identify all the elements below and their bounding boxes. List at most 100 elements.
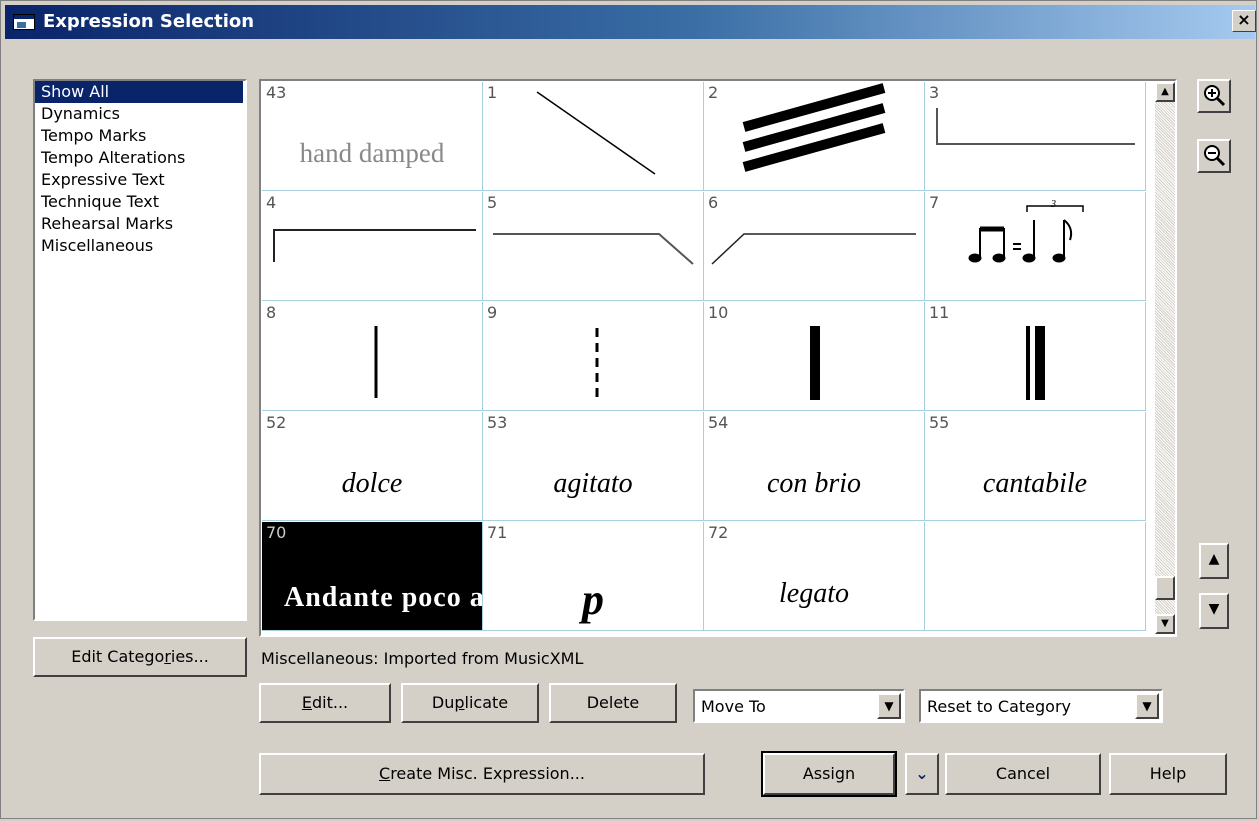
expression-cell[interactable]: 53 agitato bbox=[483, 412, 704, 521]
help-button[interactable]: Help bbox=[1109, 753, 1227, 795]
duplicate-label: Du bbox=[431, 693, 455, 712]
cancel-button[interactable]: Cancel bbox=[945, 753, 1101, 795]
assign-dropdown-button[interactable]: ⌄ bbox=[905, 753, 939, 795]
close-icon: × bbox=[1237, 10, 1251, 29]
chevron-down-icon[interactable]: ▼ bbox=[1135, 693, 1159, 719]
edit-button[interactable]: Edit... bbox=[259, 683, 391, 723]
expression-grid-frame: 43 hand damped 1 2 3 4 5 6 7 3 8 9 10 11 52 dolce 53 agit… bbox=[259, 79, 1177, 637]
edit-categories-accesskey: r bbox=[164, 647, 171, 666]
reset-to-value: Reset to Category bbox=[927, 697, 1072, 716]
scroll-down-arrow-icon[interactable]: ▼ bbox=[1155, 614, 1175, 634]
expression-text: legato bbox=[779, 578, 849, 609]
move-to-select[interactable]: Move To ▼ bbox=[693, 689, 905, 723]
expression-graphic-line-drop bbox=[493, 233, 694, 265]
close-button[interactable]: × bbox=[1232, 10, 1256, 32]
expression-cell[interactable]: 11 bbox=[925, 302, 1146, 411]
expression-graphic-dashed-barline bbox=[595, 328, 599, 400]
assign-button[interactable]: Assign bbox=[761, 751, 897, 797]
expression-cell[interactable]: 73 bbox=[925, 192, 1146, 301]
expression-graphic-thick-lines bbox=[742, 83, 886, 172]
expression-text: p bbox=[582, 575, 604, 624]
expression-number: 53 bbox=[487, 413, 508, 432]
expression-cell[interactable]: 2 bbox=[704, 82, 925, 191]
expression-cell[interactable]: 1 bbox=[483, 82, 704, 191]
zoom-in-icon bbox=[1204, 85, 1226, 107]
move-up-button[interactable]: ▲ bbox=[1199, 543, 1229, 579]
edit-categories-label: Edit Catego bbox=[71, 647, 165, 666]
expression-number: 43 bbox=[266, 83, 287, 102]
expression-cell[interactable]: 9 bbox=[483, 302, 704, 411]
zoom-in-button[interactable] bbox=[1197, 79, 1231, 113]
expression-cell[interactable]: 71 p bbox=[483, 522, 704, 631]
zoom-out-button[interactable] bbox=[1197, 139, 1231, 173]
expression-graphic-bracket-bottom bbox=[936, 108, 1135, 145]
create-accesskey: C bbox=[379, 764, 391, 783]
expression-cell[interactable]: 5 bbox=[483, 192, 704, 301]
category-item-dynamics[interactable]: Dynamics bbox=[35, 103, 245, 125]
title-bar: Expression Selection × bbox=[5, 5, 1256, 39]
category-item-miscellaneous[interactable]: Miscellaneous bbox=[35, 235, 245, 257]
svg-text:3: 3 bbox=[1050, 199, 1056, 210]
category-item-show-all[interactable]: Show All bbox=[35, 81, 243, 103]
create-misc-expression-button[interactable]: Create Misc. Expression... bbox=[259, 753, 705, 795]
status-text: Miscellaneous: Imported from MusicXML bbox=[261, 649, 584, 668]
assign-button-face: Assign bbox=[763, 753, 895, 795]
expression-cell[interactable]: 10 bbox=[704, 302, 925, 411]
expression-cell[interactable]: 54 con brio bbox=[704, 412, 925, 521]
grid-scrollbar[interactable]: ▲ ▼ bbox=[1155, 82, 1175, 634]
expression-cell[interactable]: 70 Andante poco a bbox=[262, 522, 483, 631]
expression-cell[interactable]: 43 hand damped bbox=[262, 82, 483, 191]
assign-label: Assign bbox=[802, 764, 856, 783]
chevron-down-icon[interactable]: ▼ bbox=[877, 693, 901, 719]
expression-number: 55 bbox=[929, 413, 950, 432]
duplicate-button[interactable]: Duplicate bbox=[401, 683, 539, 723]
expression-number: 54 bbox=[708, 413, 729, 432]
expression-graphic-thin-barline bbox=[374, 326, 378, 398]
delete-label: Delete bbox=[586, 693, 640, 712]
duplicate-accesskey: p bbox=[454, 693, 465, 712]
expression-cell[interactable]: 3 bbox=[925, 82, 1146, 191]
expression-number: 72 bbox=[708, 523, 729, 542]
scroll-up-arrow-icon[interactable]: ▲ bbox=[1155, 82, 1175, 102]
expression-graphic-bracket-left bbox=[273, 229, 476, 262]
expression-graphic-thick-barline bbox=[810, 326, 820, 400]
category-item-tempo-marks[interactable]: Tempo Marks bbox=[35, 125, 245, 147]
reset-to-select[interactable]: Reset to Category ▼ bbox=[919, 689, 1163, 723]
expression-selection-dialog: Expression Selection × Show All Dynamics… bbox=[0, 0, 1257, 819]
expression-graphic-double-barline bbox=[1026, 326, 1045, 400]
expression-cell[interactable]: 52 dolce bbox=[262, 412, 483, 521]
window-title: Expression Selection bbox=[43, 11, 255, 32]
window-icon bbox=[13, 14, 35, 30]
category-item-expressive-text[interactable]: Expressive Text bbox=[35, 169, 245, 191]
edit-label: dit... bbox=[311, 693, 349, 712]
expression-cell[interactable]: 72 legato bbox=[704, 522, 925, 631]
category-list[interactable]: Show All Dynamics Tempo Marks Tempo Alte… bbox=[33, 79, 247, 621]
cancel-label: Cancel bbox=[995, 764, 1051, 783]
expression-cell[interactable]: 4 bbox=[262, 192, 483, 301]
expression-text: con brio bbox=[766, 468, 862, 499]
edit-categories-label-rest: ies... bbox=[170, 647, 209, 666]
expression-text: Andante poco a bbox=[284, 582, 483, 613]
duplicate-label-rest: licate bbox=[464, 693, 509, 712]
expression-cell[interactable]: 8 bbox=[262, 302, 483, 411]
category-item-technique-text[interactable]: Technique Text bbox=[35, 191, 245, 213]
expression-text: agitato bbox=[553, 468, 633, 499]
expression-text: cantabile bbox=[982, 468, 1088, 499]
chevron-down-icon: ⌄ bbox=[915, 764, 929, 783]
edit-categories-button[interactable]: Edit Categories... bbox=[33, 637, 247, 677]
category-item-tempo-alterations[interactable]: Tempo Alterations bbox=[35, 147, 245, 169]
arrow-down-icon: ▼ bbox=[1208, 601, 1220, 617]
expression-number: 70 bbox=[266, 523, 287, 542]
expression-number: 52 bbox=[266, 413, 287, 432]
delete-button[interactable]: Delete bbox=[549, 683, 677, 723]
expression-graphic-diag-line bbox=[536, 91, 656, 175]
expression-cell[interactable] bbox=[925, 522, 1146, 631]
category-item-rehearsal-marks[interactable]: Rehearsal Marks bbox=[35, 213, 245, 235]
move-down-button[interactable]: ▼ bbox=[1199, 593, 1229, 629]
move-to-value: Move To bbox=[701, 697, 766, 716]
expression-cell[interactable]: 6 bbox=[704, 192, 925, 301]
scroll-thumb[interactable] bbox=[1155, 576, 1175, 600]
expression-cell[interactable]: 55 cantabile bbox=[925, 412, 1146, 521]
arrow-up-icon: ▲ bbox=[1208, 551, 1220, 567]
zoom-out-icon bbox=[1204, 145, 1226, 167]
